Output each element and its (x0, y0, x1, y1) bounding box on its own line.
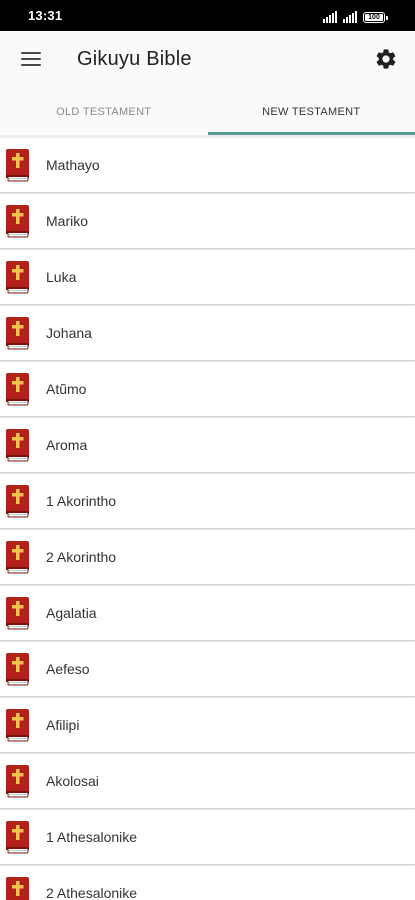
tab-label: OLD TESTAMENT (56, 105, 152, 118)
status-bar: 13:31 100 (0, 0, 415, 31)
book-list-item[interactable]: 1 Akorintho (0, 474, 415, 528)
bible-book-icon (6, 709, 29, 742)
book-list-item[interactable]: Aroma (0, 418, 415, 472)
book-list-item[interactable]: Atũmo (0, 362, 415, 416)
book-name: Aroma (46, 437, 88, 453)
bible-book-icon (6, 541, 29, 574)
book-name: Akolosai (46, 773, 99, 789)
book-list-item[interactable]: 1 Athesalonike (0, 810, 415, 864)
book-name: Agalatia (46, 605, 97, 621)
book-name: Mariko (46, 213, 89, 229)
bible-book-icon (6, 653, 29, 686)
book-name: 1 Akorintho (46, 493, 117, 509)
book-list-item[interactable]: 2 Athesalonike (0, 866, 415, 900)
hamburger-menu-icon (21, 52, 41, 54)
testament-tabs: OLD TESTAMENT NEW TESTAMENT (0, 88, 415, 135)
bible-book-icon (6, 877, 29, 900)
settings-button[interactable] (371, 44, 401, 74)
book-list-item[interactable]: Akolosai (0, 754, 415, 808)
menu-button[interactable] (14, 43, 48, 75)
book-name: 2 Akorintho (46, 549, 117, 565)
bible-book-icon (6, 261, 29, 294)
book-name: 1 Athesalonike (46, 829, 138, 845)
bible-book-icon (6, 317, 29, 350)
book-list-item[interactable]: Aefeso (0, 642, 415, 696)
bible-book-icon (6, 597, 29, 630)
status-icons: 100 (323, 9, 388, 23)
book-name: Mathayo (46, 157, 100, 173)
gear-icon (376, 49, 396, 69)
book-list-item[interactable]: 2 Akorintho (0, 530, 415, 584)
tab-old-testament[interactable]: OLD TESTAMENT (0, 88, 208, 135)
bible-book-icon (6, 429, 29, 462)
bible-book-icon (6, 373, 29, 406)
bible-book-icon (6, 485, 29, 518)
book-name: Atũmo (46, 381, 87, 397)
signal-icon-2 (343, 11, 357, 23)
book-list-item[interactable]: Johana (0, 306, 415, 360)
book-list-item[interactable]: Afilipi (0, 698, 415, 752)
book-name: Afilipi (46, 717, 80, 733)
book-list-item[interactable]: Luka (0, 250, 415, 304)
bible-book-icon (6, 821, 29, 854)
book-name: 2 Athesalonike (46, 885, 138, 900)
tab-label: NEW TESTAMENT (262, 105, 361, 118)
book-name: Aefeso (46, 661, 90, 677)
battery-level: 100 (368, 14, 380, 21)
bible-book-icon (6, 205, 29, 238)
app-title: Gikuyu Bible (77, 48, 192, 70)
bible-book-icon (6, 149, 29, 182)
signal-icon (323, 11, 337, 23)
book-name: Johana (46, 325, 92, 341)
app-bar: Gikuyu Bible (0, 31, 415, 88)
book-list-item[interactable]: Mariko (0, 194, 415, 248)
tab-new-testament[interactable]: NEW TESTAMENT (207, 88, 415, 135)
book-list-item[interactable]: Mathayo (0, 138, 415, 192)
battery-icon: 100 (363, 12, 388, 23)
book-list-item[interactable]: Agalatia (0, 586, 415, 640)
book-list: Mathayo Mariko Luka Johana Atũmo Aroma 1… (0, 135, 415, 900)
book-name: Luka (46, 269, 77, 285)
status-time: 13:31 (28, 8, 63, 23)
bible-book-icon (6, 765, 29, 798)
